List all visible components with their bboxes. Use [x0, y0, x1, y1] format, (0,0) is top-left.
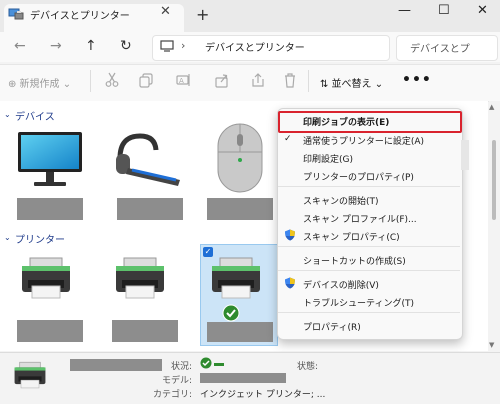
vertical-scrollbar[interactable] [489, 101, 500, 351]
monitor-device-icon[interactable] [14, 128, 86, 192]
shield-icon [285, 277, 295, 289]
checkmark-icon: ✓ [284, 134, 292, 144]
menu-item-printer-properties[interactable]: プリンターのプロパティ(P) [303, 170, 414, 183]
new-tab-button[interactable]: + [196, 5, 209, 24]
status-ok-icon [200, 357, 212, 369]
printer-icon[interactable] [112, 256, 168, 306]
menu-separator [278, 246, 460, 247]
chevron-down-icon[interactable]: ⌄ [4, 110, 11, 119]
menu-item-scan-properties[interactable]: スキャン プロパティ(C) [303, 230, 400, 243]
default-printer-check-icon [222, 304, 240, 322]
forward-button[interactable]: → [50, 38, 62, 54]
minimize-button[interactable]: — [398, 3, 411, 18]
menu-separator [278, 312, 460, 313]
menu-item-scan-profiles[interactable]: スキャン プロファイル(F)... [303, 212, 417, 225]
maximize-button[interactable]: ☐ [438, 3, 450, 18]
chevron-down-icon[interactable]: ⌄ [4, 233, 11, 242]
group-header-devices[interactable]: デバイス [15, 108, 55, 123]
toolbar-divider [90, 70, 91, 92]
menu-item-create-shortcut[interactable]: ショートカットの作成(S) [303, 254, 406, 267]
breadcrumb[interactable]: デバイスとプリンター [205, 39, 305, 54]
status-value-redacted [214, 363, 224, 366]
tab-title: デバイスとプリンター [30, 11, 130, 22]
search-placeholder: デバイスとプ [410, 44, 470, 55]
model-label: モデル: [161, 376, 192, 386]
printer-label-redacted [17, 320, 83, 342]
toolbar-divider [308, 70, 309, 92]
mouse-icon[interactable] [214, 122, 266, 194]
close-button[interactable]: ✕ [477, 3, 488, 18]
rename-icon[interactable]: A [176, 72, 192, 88]
status-label: 状況: [170, 362, 192, 372]
highlight-box [278, 111, 462, 133]
model-value-redacted [200, 373, 286, 383]
menu-item-properties[interactable]: プロパティ(R) [303, 320, 361, 333]
group-header-printers[interactable]: プリンター [15, 231, 65, 246]
headset-icon[interactable] [110, 128, 190, 192]
svg-text:A: A [179, 77, 184, 85]
state-label: 状態: [296, 362, 318, 372]
shield-icon [285, 229, 295, 241]
menu-separator [278, 186, 460, 187]
more-options-button[interactable]: ••• [402, 72, 432, 88]
up-button[interactable]: ↑ [85, 38, 97, 54]
monitor-icon [160, 40, 174, 52]
background-item-edge [461, 140, 469, 170]
category-value: インクジェット プリンター; ... [200, 390, 326, 400]
printer-icon [14, 361, 46, 389]
menu-item-start-scan[interactable]: スキャンの開始(T) [303, 194, 379, 207]
category-label: カテゴリ: [152, 390, 192, 400]
printer-label-redacted [207, 322, 273, 342]
printer-icon[interactable] [18, 256, 74, 306]
back-button[interactable]: ← [14, 38, 26, 54]
sort-button[interactable]: ⇅ 並べ替え ⌄ [320, 75, 383, 90]
menu-item-set-default[interactable]: 通常使うプリンターに設定(A) [303, 134, 424, 147]
device-label-redacted [207, 198, 273, 220]
tab-close-icon[interactable]: ✕ [160, 4, 171, 19]
menu-item-troubleshoot[interactable]: トラブルシューティング(T) [303, 296, 414, 309]
cut-icon[interactable] [104, 72, 120, 88]
refresh-button[interactable]: ↻ [120, 38, 132, 54]
delete-icon[interactable] [282, 72, 298, 88]
printer-icon[interactable] [208, 256, 264, 306]
share-out-icon[interactable] [250, 72, 266, 88]
menu-separator [278, 270, 460, 271]
printer-label-redacted [112, 320, 178, 342]
new-button[interactable]: ⊕ 新規作成 ⌄ [8, 75, 71, 90]
scroll-down-icon[interactable]: ▼ [489, 341, 494, 349]
devices-printers-icon [8, 8, 24, 20]
device-label-redacted [117, 198, 183, 220]
chevron-right-icon[interactable]: › [181, 39, 185, 52]
copy-icon[interactable] [138, 72, 154, 88]
device-label-redacted [17, 198, 83, 220]
scrollbar-thumb[interactable] [492, 140, 496, 220]
scroll-up-icon[interactable]: ▲ [489, 103, 494, 111]
menu-item-print-settings[interactable]: 印刷設定(G) [303, 152, 353, 165]
menu-item-remove-device[interactable]: デバイスの削除(V) [303, 278, 379, 291]
share-icon[interactable] [214, 72, 230, 88]
